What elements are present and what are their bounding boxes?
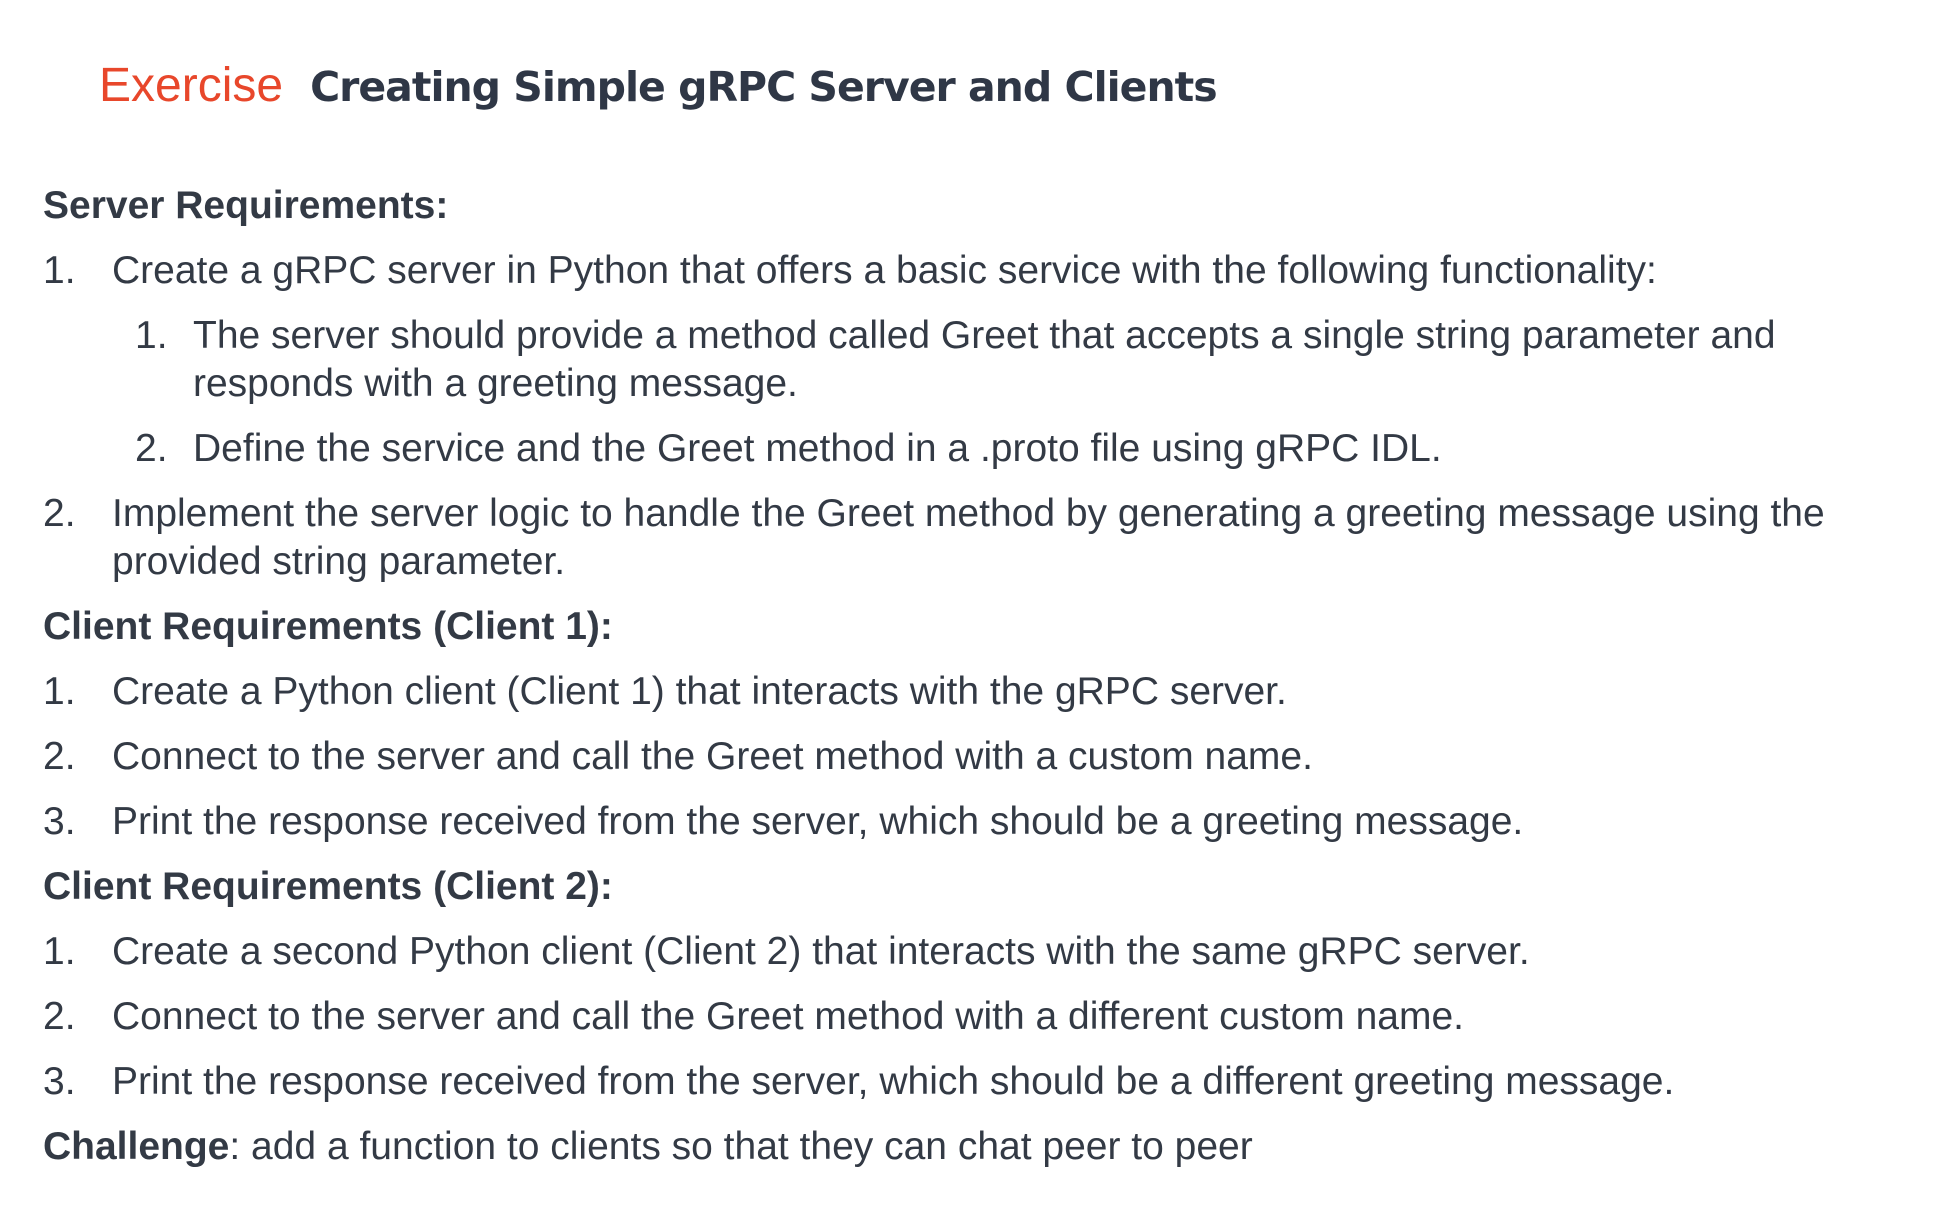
list-number: 1. xyxy=(43,670,76,713)
challenge-text: : add a function to clients so that they… xyxy=(229,1125,1253,1168)
list-number: 2. xyxy=(43,995,76,1038)
list-item-text: Define the service and the Greet method … xyxy=(193,427,1442,470)
list-item-text: Implement the server logic to handle the… xyxy=(112,492,1825,583)
server-requirements-heading: Server Requirements: xyxy=(43,184,449,227)
list-number: 2. xyxy=(43,492,76,535)
list-number: 1. xyxy=(43,930,76,973)
client1-item-1: 1. Create a Python client (Client 1) tha… xyxy=(43,668,1903,733)
slide-content: Server Requirements: 1. Create a gRPC se… xyxy=(43,182,1903,1188)
list-item-text: Connect to the server and call the Greet… xyxy=(112,735,1313,778)
list-number: 2. xyxy=(135,427,168,470)
list-number: 1. xyxy=(135,314,168,357)
client2-item-2: 2. Connect to the server and call the Gr… xyxy=(43,993,1903,1058)
client2-requirements-heading: Client Requirements (Client 2): xyxy=(43,865,613,908)
list-item-text: Create a gRPC server in Python that offe… xyxy=(112,249,1657,292)
challenge-label: Challenge xyxy=(43,1125,230,1168)
list-number: 3. xyxy=(43,1060,76,1103)
list-item-text: Create a Python client (Client 1) that i… xyxy=(112,670,1287,713)
list-item-text: Create a second Python client (Client 2)… xyxy=(112,930,1530,973)
list-item-text: Print the response received from the ser… xyxy=(112,800,1524,843)
client1-item-2: 2. Connect to the server and call the Gr… xyxy=(43,733,1903,798)
client1-requirements-heading: Client Requirements (Client 1): xyxy=(43,605,613,648)
server-item-2: 2. Implement the server logic to handle … xyxy=(43,490,1903,603)
server-item-1: 1. Create a gRPC server in Python that o… xyxy=(43,247,1903,312)
exercise-tag: Exercise xyxy=(99,59,284,112)
client1-item-3: 3. Print the response received from the … xyxy=(43,798,1903,863)
client2-item-3: 3. Print the response received from the … xyxy=(43,1058,1903,1123)
list-item-text: The server should provide a method calle… xyxy=(193,314,1776,405)
list-number: 3. xyxy=(43,800,76,843)
server-subitem-1: 1. The server should provide a method ca… xyxy=(43,312,1903,425)
list-number: 1. xyxy=(43,249,76,292)
challenge-line: Challenge: add a function to clients so … xyxy=(43,1123,1903,1188)
list-item-text: Print the response received from the ser… xyxy=(112,1060,1675,1103)
slide-title: Exercise Creating Simple gRPC Server and… xyxy=(99,58,1218,128)
list-item-text: Connect to the server and call the Greet… xyxy=(112,995,1464,1038)
list-number: 2. xyxy=(43,735,76,778)
server-subitem-2: 2. Define the service and the Greet meth… xyxy=(43,425,1903,490)
page-title: Creating Simple gRPC Server and Clients xyxy=(310,63,1218,111)
client2-item-1: 1. Create a second Python client (Client… xyxy=(43,928,1903,993)
